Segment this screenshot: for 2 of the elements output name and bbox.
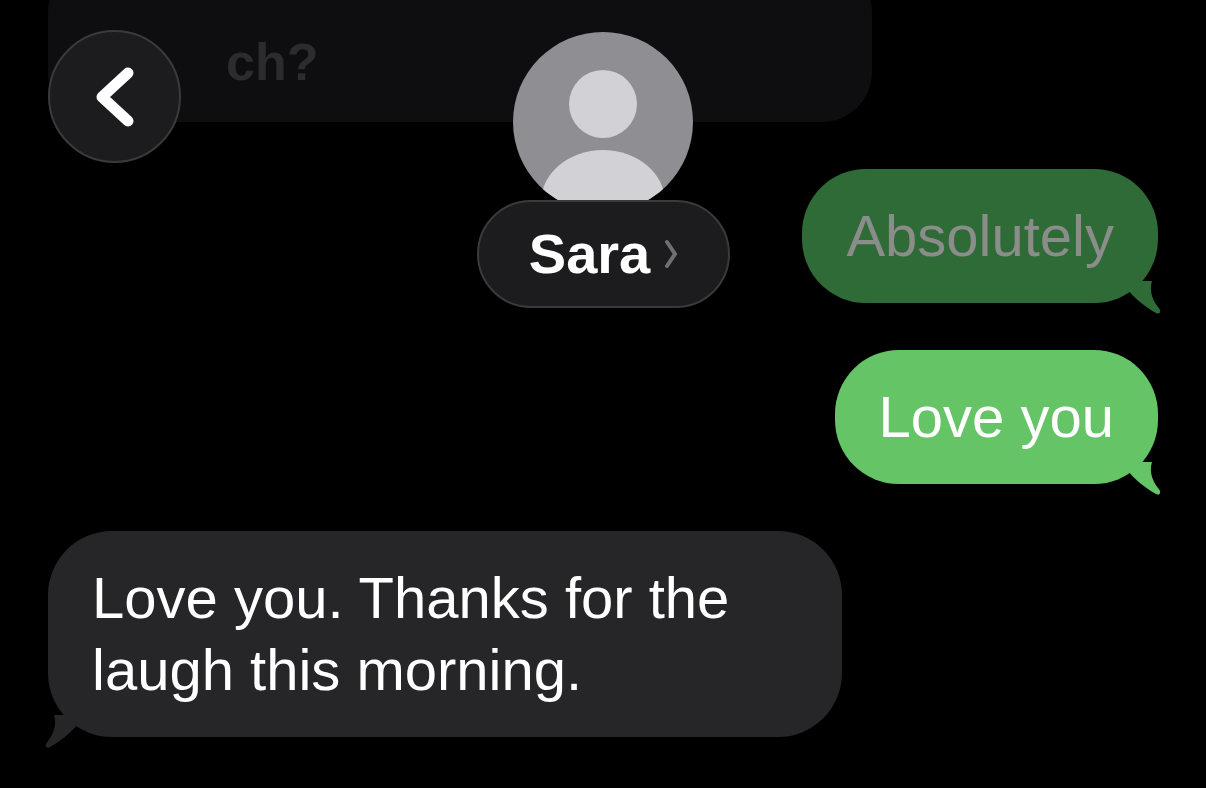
chevron-icon [664,239,679,269]
contact-name-button[interactable]: Sara [477,200,730,308]
